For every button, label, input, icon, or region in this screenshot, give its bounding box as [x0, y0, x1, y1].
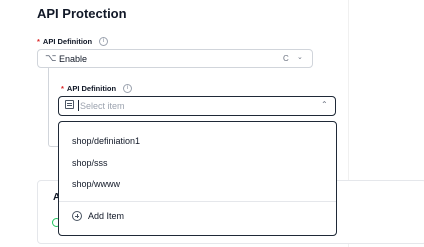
chevron-down-icon[interactable]: ⌄ — [297, 53, 303, 61]
add-item-label: Add Item — [88, 211, 125, 221]
label-text: API Definition — [66, 84, 117, 93]
add-item-button[interactable]: Add Item — [72, 211, 124, 221]
api-definition-select[interactable]: ⌥ Enable C ⌄ — [37, 49, 313, 68]
section-title: API Protection — [37, 6, 127, 21]
dropdown-option[interactable]: shop/definiation1 — [72, 136, 140, 146]
chevron-up-icon[interactable]: ⌃ — [321, 100, 328, 109]
dropdown-option[interactable]: shop/sss — [72, 158, 108, 168]
select-item-dropdown[interactable]: Select item ⌃ — [58, 96, 336, 116]
label-text: API Definition — [42, 37, 93, 46]
plus-circle-icon — [72, 211, 82, 221]
branch-icon: ⌥ — [45, 53, 57, 64]
required-mark: * — [37, 37, 40, 46]
dropdown-menu: shop/definiation1 shop/sss shop/wwww Add… — [58, 121, 337, 236]
select-value: Enable — [59, 54, 88, 64]
text-caret — [78, 100, 79, 111]
api-definition-label: * API Definition i — [37, 37, 109, 46]
info-icon[interactable]: i — [123, 84, 133, 93]
select-placeholder: Select item — [80, 101, 125, 111]
refresh-icon[interactable]: C — [283, 54, 289, 63]
dropdown-option[interactable]: shop/wwww — [72, 179, 120, 189]
nested-api-definition-label: * API Definition i — [61, 84, 133, 93]
list-icon — [65, 100, 74, 109]
required-mark: * — [61, 84, 64, 93]
info-icon[interactable]: i — [99, 37, 109, 46]
dropdown-divider — [59, 201, 336, 202]
